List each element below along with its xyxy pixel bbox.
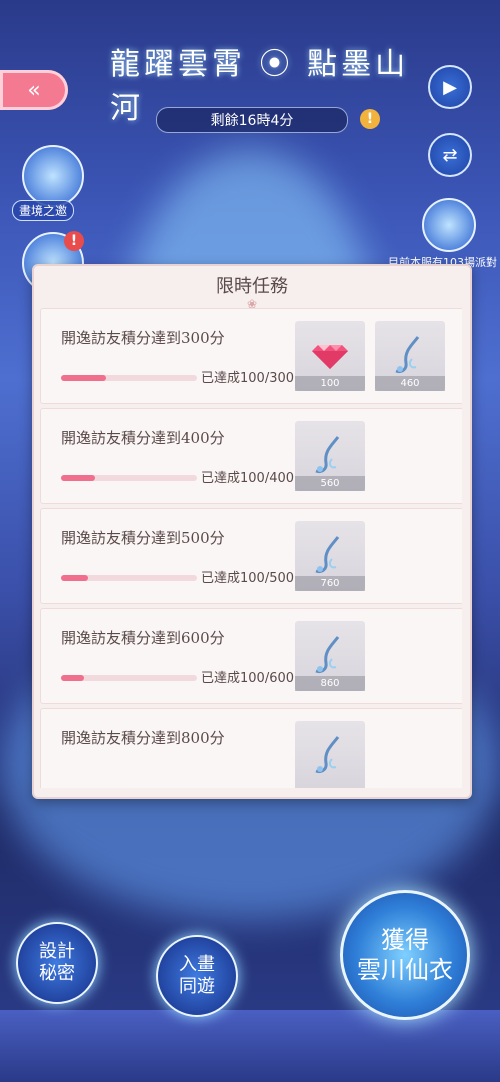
task-title: 開逸訪友積分達到400分 xyxy=(61,429,225,447)
event-title: 龍躍雲霄 ⦿ 點墨山河 xyxy=(110,47,410,126)
task-title: 開逸訪友積分達到300分 xyxy=(61,329,225,347)
task-card: 開逸訪友積分達到400分已達成100/400 560 xyxy=(40,408,462,504)
progress-text: 已達成100/600 xyxy=(201,671,295,686)
ground xyxy=(0,1010,500,1082)
reward-qty: 560 xyxy=(295,476,365,491)
scroll-invite-icon[interactable] xyxy=(22,145,84,207)
reward-qty: 760 xyxy=(295,576,365,591)
countdown-timer: 剩餘16時4分 xyxy=(156,107,348,133)
task-card: 開逸訪友積分達到800分 xyxy=(40,708,462,788)
info-alert-icon[interactable]: ! xyxy=(360,109,380,129)
progress-bar xyxy=(61,675,197,681)
swap-button[interactable]: ⇄ xyxy=(428,133,472,177)
task-title: 開逸訪友積分達到800分 xyxy=(61,729,225,747)
modal-title: 限時任務 xyxy=(216,276,288,297)
progress-text: 已達成100/300 xyxy=(201,371,295,386)
obtain-outfit-button[interactable]: 獲得 雲川仙衣 xyxy=(340,890,470,1020)
back-button[interactable]: « xyxy=(0,70,68,110)
progress-fill xyxy=(61,575,89,581)
party-icon[interactable] xyxy=(422,198,476,252)
task-title: 開逸訪友積分達到600分 xyxy=(61,629,225,647)
progress-bar xyxy=(61,575,197,581)
reward-item[interactable] xyxy=(295,721,365,788)
progress-fill xyxy=(61,675,84,681)
reward-qty: 860 xyxy=(295,676,365,691)
reward-item[interactable]: 860 xyxy=(295,621,365,691)
reward-item[interactable]: 560 xyxy=(295,421,365,491)
side-alert-icon: ! xyxy=(64,231,84,251)
reward-item[interactable]: 760 xyxy=(295,521,365,591)
task-title: 開逸訪友積分達到500分 xyxy=(61,529,225,547)
task-card: 開逸訪友積分達到600分已達成100/600 860 xyxy=(40,608,462,704)
play-button[interactable]: ▶ xyxy=(428,65,472,109)
progress-bar xyxy=(61,475,197,481)
reward-item[interactable]: 100 xyxy=(295,321,365,391)
progress-fill xyxy=(61,375,107,381)
reward-qty: 100 xyxy=(295,376,365,391)
design-secret-button[interactable]: 設計 秘密 xyxy=(16,922,98,1004)
progress-text: 已達成100/400 xyxy=(201,471,295,486)
task-list[interactable]: 開逸訪友積分達到300分已達成100/300 100 460 開逸訪友積分達到400分… xyxy=(40,308,462,788)
feature-label[interactable]: 畫境之邀 xyxy=(12,200,75,221)
task-card: 開逸訪友積分達到500分已達成100/500 760 xyxy=(40,508,462,604)
reward-qty: 460 xyxy=(375,376,445,391)
enter-painting-button[interactable]: 入畫 同遊 xyxy=(156,935,238,1017)
progress-fill xyxy=(61,475,95,481)
limited-task-modal: 限時任務 ❀ 開逸訪友積分達到300分 已達成100/300 100 460 開逸訪友積… xyxy=(32,264,472,799)
task-card: 開逸訪友積分達到300分已達成100/300 100 460 xyxy=(40,308,462,404)
progress-text: 已達成100/500 xyxy=(201,571,295,586)
reward-item[interactable]: 460 xyxy=(375,321,445,391)
progress-bar xyxy=(61,375,197,381)
